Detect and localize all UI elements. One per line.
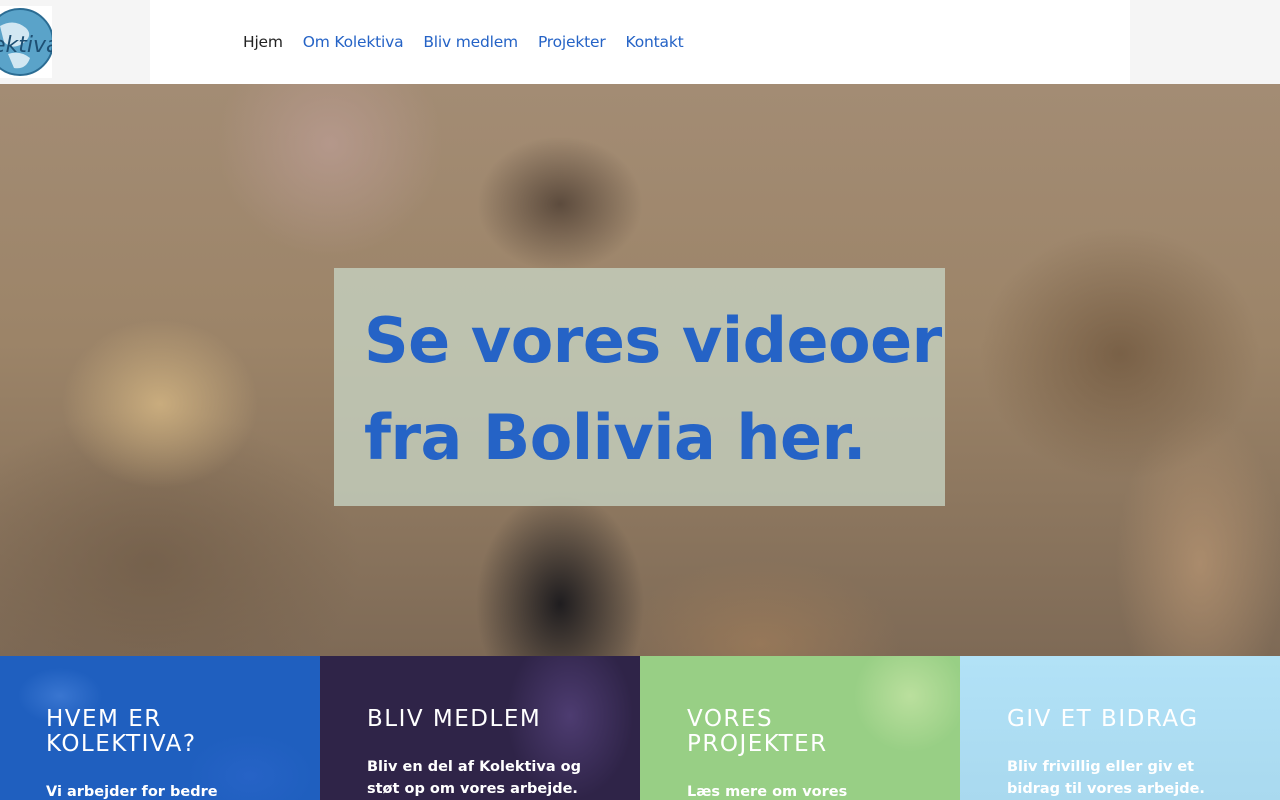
tile-text-line-1: Bliv en del af Kolektiva og (367, 759, 581, 775)
left-margin: ektiva (0, 0, 150, 84)
tile-text-line-1: Vi arbejder for bedre (46, 784, 218, 800)
tile-hvem-er-kolektiva[interactable]: HVEM ER KOLEKTIVA? Vi arbejder for bedre (0, 656, 320, 800)
nav-item-hjem[interactable]: Hjem (243, 33, 283, 51)
tile-title-line-1: HVEM ER (46, 706, 162, 732)
tile-title: BLIV MEDLEM (367, 707, 627, 732)
tile-text-line-2: bidrag til vores arbejde. (1007, 781, 1205, 797)
tile-title-line-2: KOLEKTIVA? (46, 731, 197, 757)
tile-title: GIV ET BIDRAG (1007, 707, 1267, 732)
tile-text-line-1: Bliv frivillig eller giv et (1007, 759, 1195, 775)
tile-text: Vi arbejder for bedre (46, 781, 266, 800)
tile-text: Bliv en del af Kolektiva og støt op om v… (367, 756, 587, 800)
hero-video-banner[interactable]: Se vores videoer fra Bolivia her. (0, 84, 1280, 656)
hero-text-box[interactable]: Se vores videoer fra Bolivia her. (334, 268, 945, 506)
tile-title: VORES PROJEKTER (687, 707, 947, 757)
right-margin (1130, 0, 1280, 84)
tile-text: Bliv frivillig eller giv et bidrag til v… (1007, 756, 1227, 800)
nav-item-kontakt[interactable]: Kontakt (626, 33, 684, 51)
hero-title-line-2: fra Bolivia her. (364, 401, 866, 474)
globe-logo-icon: ektiva (0, 8, 52, 76)
kolektiva-logo[interactable]: ektiva (0, 6, 52, 78)
nav-item-projekter[interactable]: Projekter (538, 33, 606, 51)
main-nav: Hjem Om Kolektiva Bliv medlem Projekter … (243, 33, 684, 51)
tile-title-line-1: GIV ET BIDRAG (1007, 706, 1199, 732)
tile-giv-et-bidrag[interactable]: GIV ET BIDRAG Bliv frivillig eller giv e… (960, 656, 1280, 800)
logo-text: ektiva (0, 33, 52, 58)
tile-text: Læs mere om vores arbejde (687, 781, 907, 800)
nav-item-om-kolektiva[interactable]: Om Kolektiva (303, 33, 404, 51)
tile-title-line-1: BLIV MEDLEM (367, 706, 542, 732)
tile-text-line-2: støt op om vores arbejde. (367, 781, 578, 797)
tile-bliv-medlem[interactable]: BLIV MEDLEM Bliv en del af Kolektiva og … (320, 656, 640, 800)
hero-title[interactable]: Se vores videoer fra Bolivia her. (364, 292, 944, 486)
tile-vores-projekter[interactable]: VORES PROJEKTER Læs mere om vores arbejd… (640, 656, 960, 800)
tile-title-line-1: VORES (687, 706, 774, 732)
feature-tiles: HVEM ER KOLEKTIVA? Vi arbejder for bedre… (0, 656, 1280, 800)
tile-title-line-2: PROJEKTER (687, 731, 828, 757)
hero-title-line-1: Se vores videoer (364, 304, 942, 377)
tile-text-line-1: Læs mere om vores arbejde (687, 784, 848, 800)
tile-title: HVEM ER KOLEKTIVA? (46, 707, 306, 757)
nav-item-bliv-medlem[interactable]: Bliv medlem (423, 33, 518, 51)
